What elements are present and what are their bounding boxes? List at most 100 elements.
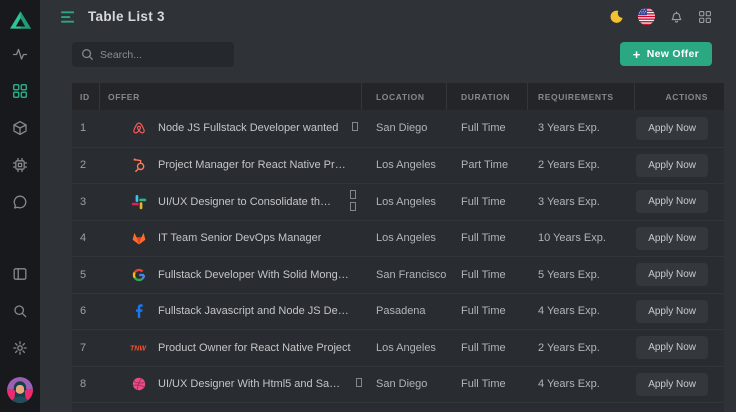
offer-cell: IT Team Senior DevOps Manager: [100, 221, 362, 257]
row-id: 8: [72, 367, 100, 403]
duration-cell: Full Time: [447, 330, 528, 366]
location-cell: San Diego: [362, 110, 447, 147]
missing-glyphs: [349, 122, 358, 134]
offer-title: UI/UX Designer With Html5 and Sass Skill…: [158, 378, 342, 390]
apply-now-button[interactable]: Apply Now: [636, 154, 708, 177]
app-window: Table List 3: [0, 0, 736, 412]
table-body: 1 Node JS Fullstack Developer wanted San…: [72, 110, 724, 402]
avatar-image: [7, 377, 33, 403]
user-avatar[interactable]: [7, 377, 33, 403]
moon-theme-icon[interactable]: [609, 9, 624, 24]
missing-glyph: [350, 190, 356, 199]
search-icon: [81, 48, 94, 61]
requirements-cell: 5 Years Exp.: [528, 257, 635, 293]
gitlab-icon: [130, 230, 147, 247]
location-cell: Pasadena: [362, 294, 447, 330]
activity-icon[interactable]: [12, 46, 28, 62]
apply-now-button[interactable]: Apply Now: [636, 117, 708, 140]
search-input[interactable]: [72, 42, 234, 67]
location-cell: San Francisco: [362, 257, 447, 293]
apply-now-button[interactable]: Apply Now: [636, 227, 708, 250]
offer-title: Fullstack Javascript and Node JS Develop…: [158, 305, 351, 317]
search-icon[interactable]: [12, 303, 28, 319]
box-icon[interactable]: [12, 120, 28, 136]
offer-cell: TNW Product Owner for React Native Proje…: [100, 330, 362, 366]
plus-icon: +: [633, 48, 641, 61]
requirements-cell: 2 Years Exp.: [528, 148, 635, 184]
actions-cell: Apply Now: [635, 257, 724, 293]
row-id: 4: [72, 221, 100, 257]
svg-text:TNW: TNW: [130, 345, 147, 352]
apply-now-button[interactable]: Apply Now: [636, 190, 708, 213]
table-row: 2 Project Manager for React Native Proje…: [72, 147, 724, 184]
sidebar: [0, 0, 40, 412]
column-header-duration: DURATION: [447, 83, 528, 110]
settings-gear-icon[interactable]: [12, 340, 28, 356]
actions-cell: Apply Now: [635, 148, 724, 184]
offer-title: Project Manager for React Native Project: [158, 159, 351, 171]
menu-toggle-icon[interactable]: [61, 10, 76, 24]
apps-grid-icon[interactable]: [698, 10, 712, 24]
table-row: 6 Fullstack Javascript and Node JS Devel…: [72, 293, 724, 330]
table-header-row: IDOFFERLOCATIONDURATIONREQUIREMENTSACTIO…: [72, 83, 724, 110]
google-icon: [130, 266, 147, 283]
offer-cell: Fullstack Javascript and Node JS Develop…: [100, 294, 362, 330]
table-row: 3 UI/UX Designer to Consolidate the UX T…: [72, 183, 724, 220]
actions-cell: Apply Now: [635, 294, 724, 330]
new-offer-button[interactable]: + New Offer: [620, 42, 712, 66]
dashboard-grid-icon[interactable]: [12, 83, 28, 99]
us-flag-icon[interactable]: [638, 8, 655, 25]
column-header-requirements: REQUIREMENTS: [528, 83, 635, 110]
hubspot-icon: [130, 157, 147, 174]
actions-cell: Apply Now: [635, 367, 724, 403]
app-logo[interactable]: [0, 0, 40, 40]
chat-icon[interactable]: [12, 194, 28, 210]
offer-cell: Node JS Fullstack Developer wanted: [100, 110, 362, 147]
slack-icon: [130, 193, 147, 210]
notifications-bell-icon[interactable]: [669, 9, 684, 24]
row-id: 1: [72, 110, 100, 147]
facebook-icon: [130, 303, 147, 320]
duration-cell: Full Time: [447, 110, 528, 147]
offer-title: Product Owner for React Native Project: [158, 342, 351, 354]
missing-glyph: [352, 122, 358, 131]
actions-cell: Apply Now: [635, 110, 724, 147]
table-row-partial: [72, 402, 724, 412]
row-id: 6: [72, 294, 100, 330]
tnw-icon: TNW: [130, 339, 147, 356]
offer-title: Node JS Fullstack Developer wanted: [158, 122, 338, 134]
apply-now-button[interactable]: Apply Now: [636, 373, 708, 396]
location-cell: Los Angeles: [362, 184, 447, 220]
duration-cell: Full Time: [447, 257, 528, 293]
search-box: [72, 42, 234, 67]
layout-icon[interactable]: [12, 266, 28, 282]
triangle-logo-icon: [9, 10, 32, 30]
missing-glyphs: [347, 190, 362, 214]
topbar-icons: [609, 8, 712, 25]
table-row: 1 Node JS Fullstack Developer wanted San…: [72, 110, 724, 147]
duration-cell: Full Time: [447, 184, 528, 220]
apply-now-button[interactable]: Apply Now: [636, 336, 708, 359]
requirements-cell: 3 Years Exp.: [528, 184, 635, 220]
column-header-offer: OFFER: [100, 83, 362, 110]
table-row: 7 TNW Product Owner for React Native Pro…: [72, 329, 724, 366]
cpu-icon[interactable]: [12, 157, 28, 173]
offer-title: Fullstack Developer With Solid MongoDB S…: [158, 269, 351, 281]
topbar: Table List 3: [40, 0, 736, 33]
apply-now-button[interactable]: Apply Now: [636, 300, 708, 323]
offer-cell: UI/UX Designer With Html5 and Sass Skill…: [100, 367, 362, 403]
sidebar-top-group: [12, 46, 28, 210]
table-row: 5 Fullstack Developer With Solid MongoDB…: [72, 256, 724, 293]
toolbar: + New Offer: [72, 42, 724, 67]
duration-cell: Full Time: [447, 367, 528, 403]
sidebar-bottom-group: [7, 266, 33, 403]
row-id: 5: [72, 257, 100, 293]
sidebar-nav: [7, 40, 33, 412]
new-offer-label: New Offer: [647, 48, 699, 60]
dribbble-icon: [130, 376, 147, 393]
actions-cell: Apply Now: [635, 184, 724, 220]
apply-now-button[interactable]: Apply Now: [636, 263, 708, 286]
missing-glyph: [350, 202, 356, 211]
row-id: 3: [72, 184, 100, 220]
location-cell: Los Angeles: [362, 221, 447, 257]
